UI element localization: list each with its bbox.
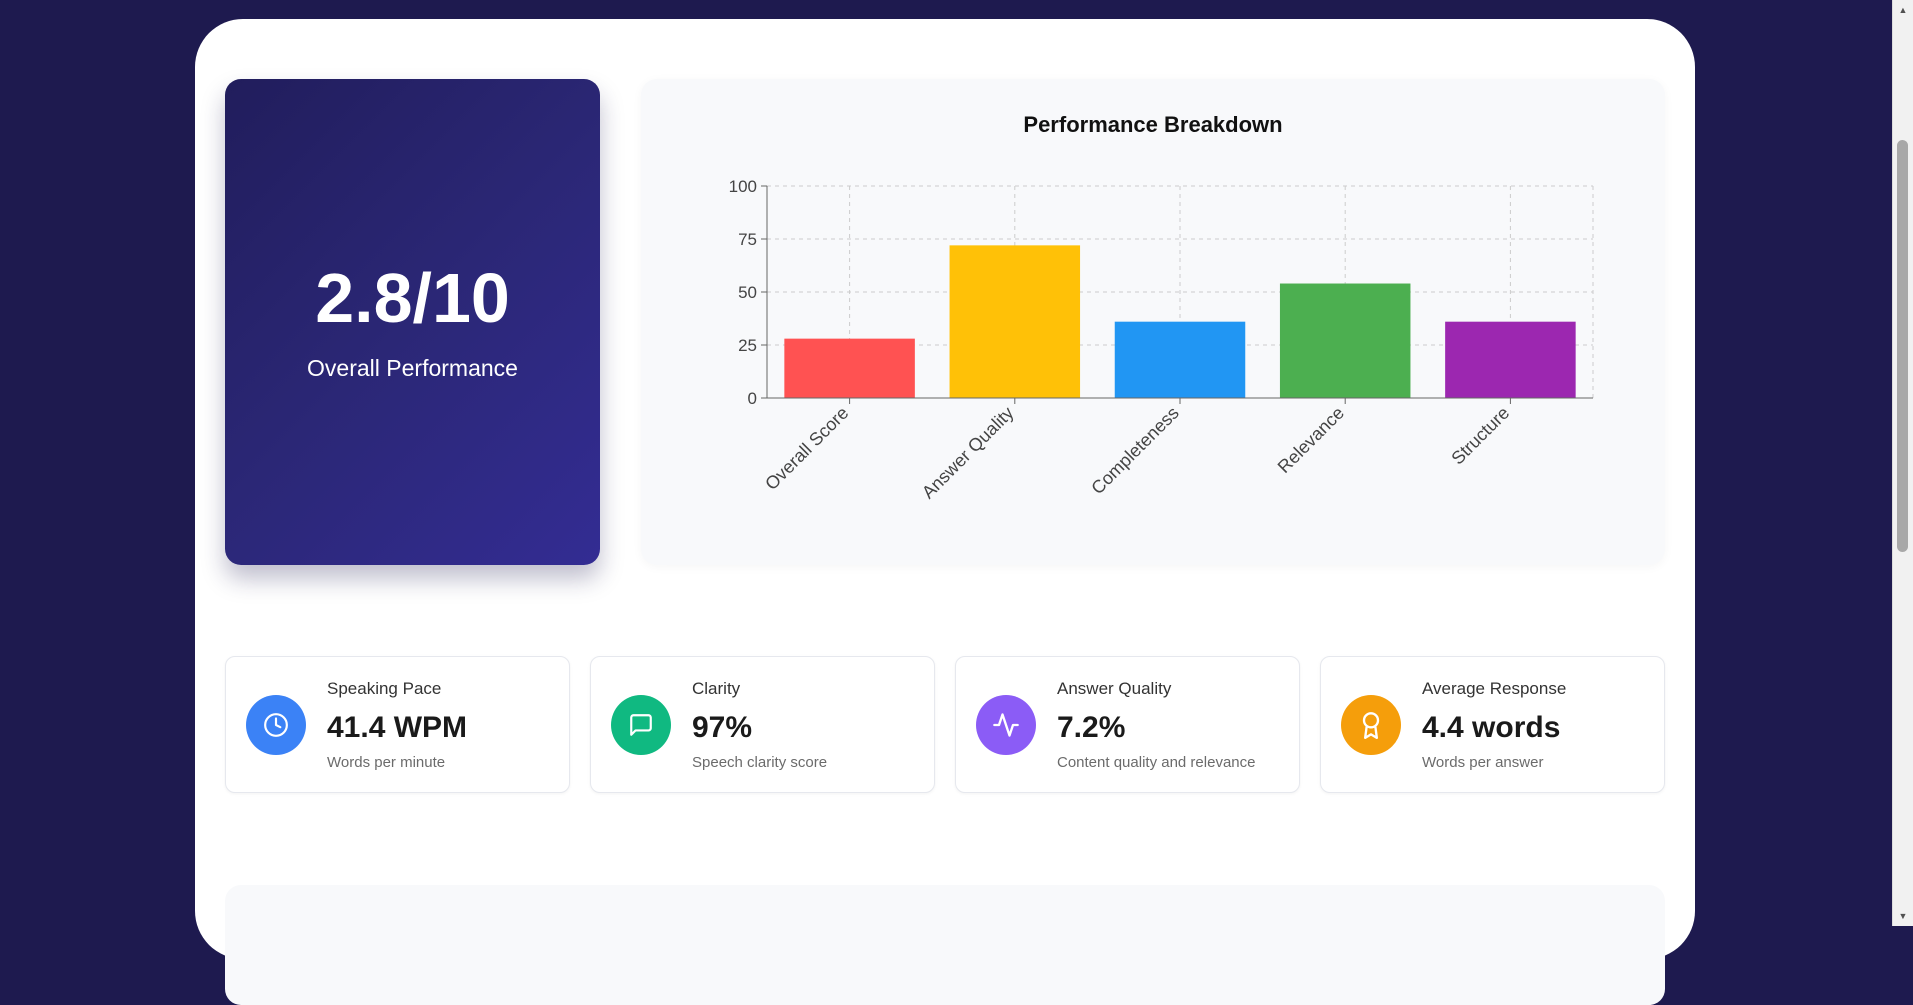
clock-icon (246, 695, 306, 755)
x-tick-label: Completeness (1087, 403, 1183, 499)
metric-subtitle: Content quality and relevance (1057, 754, 1256, 771)
message-icon (611, 695, 671, 755)
y-tick-label: 50 (738, 283, 757, 302)
x-tick-label: Answer Quality (918, 403, 1018, 503)
activity-icon (976, 695, 1036, 755)
metric-value: 41.4 WPM (327, 711, 468, 744)
scroll-down-arrow-icon[interactable]: ▼ (1893, 908, 1913, 924)
performance-bar-chart: 0 25 50 75 100 Overall Score Answer Quality Com… (729, 177, 1594, 503)
x-tick-label: Overall Score (761, 403, 852, 494)
metric-card-average-response: Average Response 4.4 words Words per ans… (1320, 656, 1665, 793)
bar (949, 245, 1081, 398)
metric-card-answer-quality: Answer Quality 7.2% Content quality and … (955, 656, 1300, 793)
bar (1445, 321, 1576, 398)
x-tick-label: Relevance (1274, 403, 1348, 477)
metrics-row: Speaking Pace 41.4 WPM Words per minute … (225, 656, 1665, 793)
y-tick-label: 100 (729, 177, 757, 196)
metric-subtitle: Words per minute (327, 754, 446, 771)
overall-score-value: 2.8/10 (315, 258, 510, 337)
overall-score-label: Overall Performance (307, 354, 518, 381)
metric-subtitle: Speech clarity score (692, 754, 828, 771)
metric-value: 7.2% (1057, 711, 1126, 744)
bar (1114, 321, 1246, 398)
metric-value: 97% (692, 711, 753, 744)
performance-chart-panel: Performance Breakdown 0 25 50 75 100 Overall … (641, 79, 1665, 565)
vertical-scrollbar[interactable]: ▲ ▼ (1892, 0, 1913, 926)
overall-score-card: 2.8/10 Overall Performance (225, 79, 600, 565)
y-tick-label: 75 (738, 230, 757, 249)
metric-title: Answer Quality (1057, 679, 1172, 698)
x-tick-label: Structure (1447, 403, 1513, 469)
bar (1279, 283, 1411, 398)
metric-card-speaking-pace: Speaking Pace 41.4 WPM Words per minute (225, 656, 570, 793)
y-tick-label: 0 (748, 389, 757, 408)
metric-title: Speaking Pace (327, 679, 442, 698)
metric-title: Average Response (1422, 679, 1567, 698)
metric-title: Clarity (692, 679, 741, 698)
bar (784, 338, 915, 398)
results-container: 2.8/10 Overall Performance Performance B… (195, 19, 1695, 1005)
next-section-panel (225, 885, 1665, 1005)
scroll-up-arrow-icon[interactable]: ▲ (1893, 2, 1913, 18)
metric-subtitle: Words per answer (1422, 754, 1544, 771)
y-tick-label: 25 (738, 336, 757, 355)
scrollbar-thumb[interactable] (1897, 140, 1908, 552)
award-icon (1341, 695, 1401, 755)
metric-value: 4.4 words (1422, 711, 1561, 744)
metric-card-clarity: Clarity 97% Speech clarity score (590, 656, 935, 793)
